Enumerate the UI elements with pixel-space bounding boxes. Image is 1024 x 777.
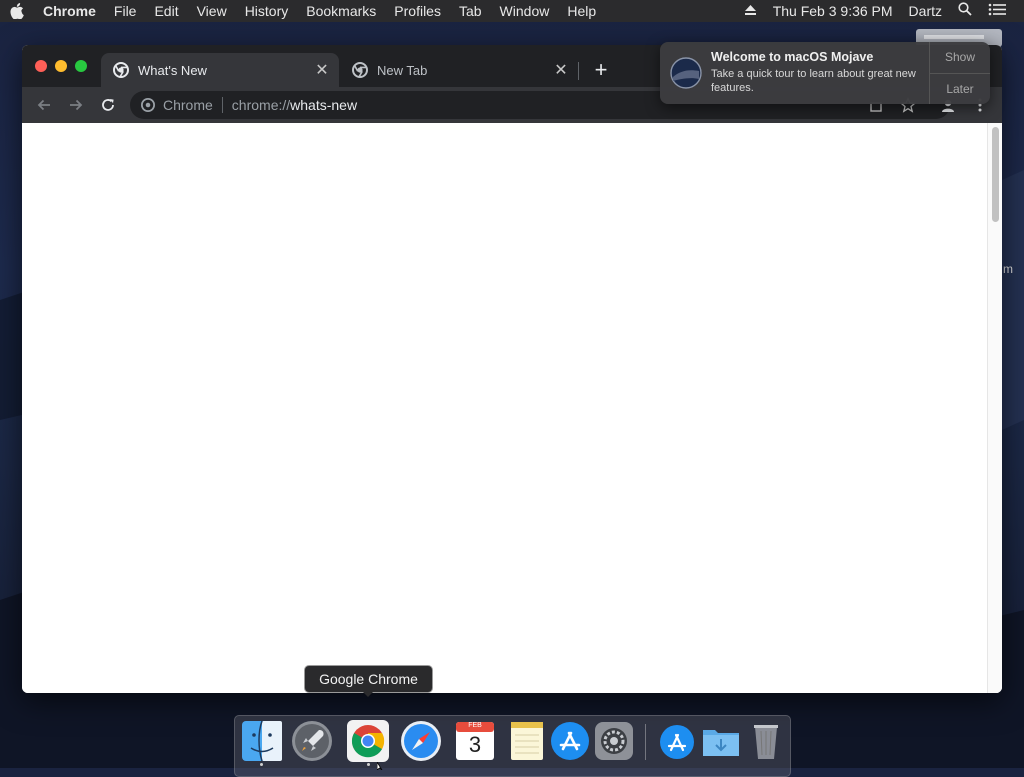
tab-title: What's New — [138, 62, 207, 78]
forward-arrow-icon[interactable] — [64, 93, 88, 117]
reload-icon[interactable] — [96, 93, 120, 117]
downloads-folder-icon[interactable] — [700, 720, 742, 762]
menu-tab[interactable]: Tab — [450, 0, 491, 22]
menu-clock[interactable]: Thu Feb 3 9:36 PM — [765, 0, 901, 22]
menu-window[interactable]: Window — [491, 0, 559, 22]
window-close-button[interactable] — [35, 60, 47, 72]
chrome-window: What's New ✕ New Tab ✕ + Chrome chrome:/… — [22, 45, 1002, 693]
tab-title: New Tab — [377, 62, 428, 78]
trash-icon[interactable] — [745, 720, 787, 762]
omnibox-divider — [221, 97, 223, 113]
vertical-scrollbar[interactable] — [987, 123, 1002, 693]
running-indicator — [367, 763, 370, 766]
menu-profiles[interactable]: Profiles — [385, 0, 450, 22]
mojave-app-icon — [670, 57, 702, 89]
tab-separator — [578, 62, 579, 80]
notification-later-button[interactable]: Later — [930, 72, 990, 105]
finder-icon[interactable] — [241, 720, 283, 762]
menu-bar: Chrome File Edit View History Bookmarks … — [0, 0, 1024, 22]
notes-icon[interactable] — [506, 720, 548, 762]
chrome-security-icon — [141, 98, 155, 112]
chrome-favicon-icon — [352, 62, 368, 78]
dock-separator — [645, 724, 646, 760]
notification-banner[interactable]: Welcome to macOS Mojave Take a quick tou… — [660, 42, 990, 104]
menu-view[interactable]: View — [188, 0, 236, 22]
menu-help[interactable]: Help — [558, 0, 605, 22]
url-host: whats-new — [290, 97, 358, 113]
window-maximize-button[interactable] — [75, 60, 87, 72]
app-store-icon[interactable] — [549, 720, 591, 762]
safari-compass-icon[interactable] — [400, 720, 442, 762]
google-chrome-icon[interactable] — [347, 720, 389, 762]
notification-actions: Show Later — [929, 42, 990, 104]
menu-bookmarks[interactable]: Bookmarks — [297, 0, 385, 22]
menu-file[interactable]: File — [105, 0, 146, 22]
calendar-icon[interactable]: FEB 3 — [454, 720, 496, 762]
tab-close-icon[interactable]: ✕ — [550, 60, 572, 80]
calendar-day: 3 — [468, 732, 482, 757]
tab-close-icon[interactable]: ✕ — [311, 60, 333, 80]
chrome-favicon-icon — [113, 62, 129, 78]
desktop-label-fragment: m — [1003, 262, 1013, 276]
url-scheme: chrome:// — [231, 97, 291, 113]
launchpad-rocket-icon[interactable] — [291, 720, 333, 762]
back-arrow-icon[interactable] — [32, 93, 56, 117]
window-minimize-button[interactable] — [55, 60, 67, 72]
mouse-cursor-icon — [377, 762, 383, 770]
page-content[interactable] — [22, 123, 1002, 693]
tab-whats-new[interactable]: What's New ✕ — [101, 53, 339, 87]
spotlight-search-icon[interactable] — [950, 0, 980, 22]
eject-icon[interactable] — [736, 0, 765, 22]
notification-text: Welcome to macOS Mojave Take a quick tou… — [711, 42, 929, 104]
notification-body: Take a quick tour to learn about great n… — [711, 68, 916, 94]
scrollbar-thumb[interactable] — [992, 127, 999, 222]
menu-app-name[interactable]: Chrome — [34, 0, 105, 22]
dock-tooltip-arrow — [361, 690, 375, 697]
notification-show-button[interactable]: Show — [930, 42, 990, 73]
applications-folder-icon[interactable] — [656, 720, 698, 762]
menu-user[interactable]: Dartz — [901, 0, 950, 22]
apple-menu-icon[interactable] — [0, 3, 34, 19]
notification-center-icon[interactable] — [980, 0, 1014, 22]
notification-title: Welcome to macOS Mojave — [711, 50, 874, 64]
dock-tooltip: Google Chrome — [304, 665, 433, 693]
tab-new-tab[interactable]: New Tab ✕ — [340, 53, 578, 87]
running-indicator — [260, 763, 263, 766]
menu-history[interactable]: History — [236, 0, 298, 22]
system-preferences-gear-icon[interactable] — [593, 720, 635, 762]
new-tab-plus-icon[interactable]: + — [589, 57, 613, 83]
omnibox-chip: Chrome — [163, 97, 213, 113]
menu-edit[interactable]: Edit — [145, 0, 187, 22]
calendar-month: FEB — [468, 722, 482, 729]
